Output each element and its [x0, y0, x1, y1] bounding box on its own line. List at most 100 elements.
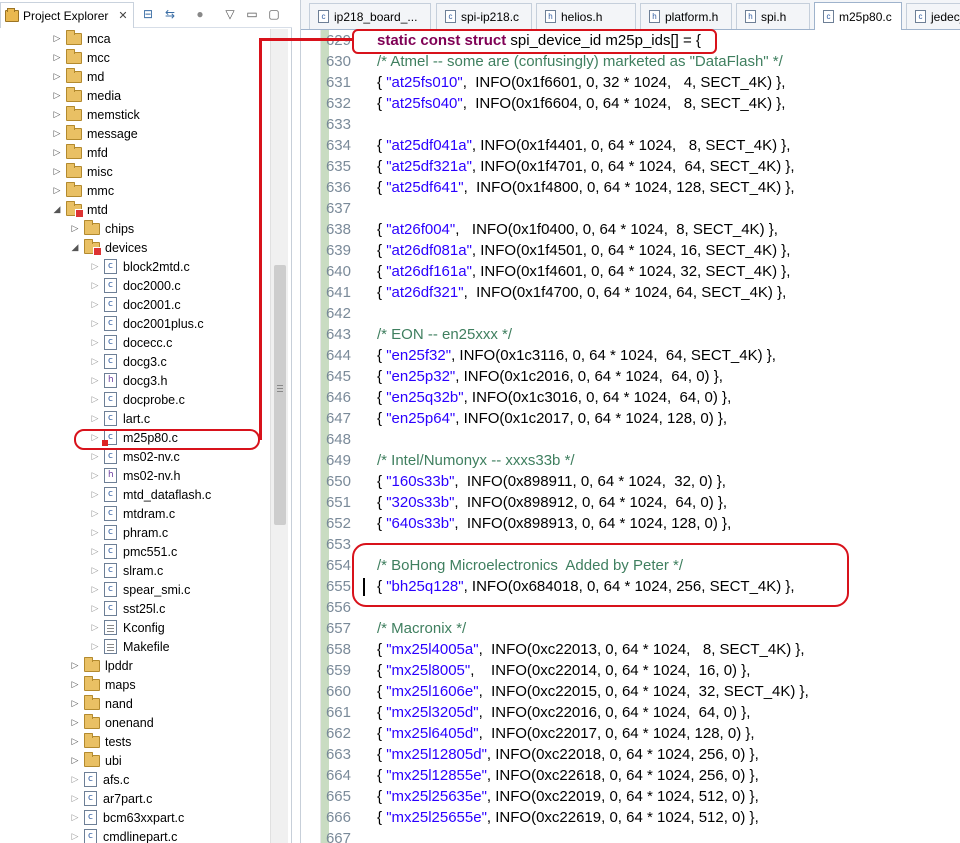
tree-item[interactable]: ▷ slram.c — [90, 561, 163, 580]
code-line[interactable]: 633 — [323, 114, 960, 135]
code-line[interactable]: 656 — [323, 597, 960, 618]
code-line[interactable]: 649 /* Intel/Numonyx -- xxxs33b */ — [323, 450, 960, 471]
expand-arrow-icon[interactable]: ▷ — [90, 413, 100, 424]
expand-arrow-icon[interactable]: ▷ — [52, 33, 62, 44]
expand-arrow-icon[interactable]: ▷ — [90, 527, 100, 538]
editor-tab[interactable]: c spi-ip218.c — [436, 3, 532, 29]
expand-arrow-icon[interactable]: ▷ — [90, 318, 100, 329]
code-line[interactable]: 651 { "320s33b", INFO(0x898912, 0, 64 * 1… — [323, 492, 960, 513]
code-line[interactable]: 637 — [323, 198, 960, 219]
editor-tab[interactable]: h platform.h — [640, 3, 732, 29]
expand-arrow-icon[interactable]: ▷ — [70, 223, 80, 234]
tree-item[interactable]: ▷ docg3.c — [90, 352, 167, 371]
code-line[interactable]: 648 — [323, 429, 960, 450]
code-line[interactable]: 653 — [323, 534, 960, 555]
expand-arrow-icon[interactable]: ▷ — [52, 52, 62, 63]
tree-item[interactable]: ▷ tests — [70, 732, 131, 751]
expand-arrow-icon[interactable]: ▷ — [90, 565, 100, 576]
code-line[interactable]: 636 { "at25df641", INFO(0x1f4800, 0, 64 *… — [323, 177, 960, 198]
tree-item[interactable]: ▷ message — [52, 124, 138, 143]
code-line[interactable]: 646 { "en25q32b", INFO(0x1c3016, 0, 64 * … — [323, 387, 960, 408]
expand-arrow-icon[interactable]: ▷ — [90, 508, 100, 519]
expand-arrow-icon[interactable]: ▷ — [90, 432, 100, 443]
tree-item[interactable]: ▷ mtdram.c — [90, 504, 175, 523]
code-line[interactable]: 641 { "at26df321", INFO(0x1f4700, 0, 64 *… — [323, 282, 960, 303]
code-line[interactable]: 630 /* Atmel -- some are (confusingly) ma… — [323, 51, 960, 72]
code-line[interactable]: 662 { "mx25l6405d", INFO(0xc22017, 0, 64 … — [323, 723, 960, 744]
expand-arrow-icon[interactable]: ▷ — [52, 166, 62, 177]
expand-arrow-icon[interactable]: ▷ — [90, 261, 100, 272]
editor-tab[interactable]: h spi.h — [736, 3, 810, 29]
code-line[interactable]: 654 /* BoHong Microelectronics Added by P… — [323, 555, 960, 576]
tree-scrollbar-thumb[interactable] — [274, 265, 286, 525]
tree-item[interactable]: ▷ mfd — [52, 143, 108, 162]
tree-scrollbar[interactable] — [270, 29, 288, 843]
code-line[interactable]: 638 { "at26f004", INFO(0x1f0400, 0, 64 * … — [323, 219, 960, 240]
tree-item[interactable]: ▷ sst25l.c — [90, 599, 165, 618]
tree-item[interactable]: ▷ nand — [70, 694, 133, 713]
code-line[interactable]: 640 { "at26df161a", INFO(0x1f4601, 0, 64 … — [323, 261, 960, 282]
tree-item[interactable]: ▷ doc2001.c — [90, 295, 181, 314]
tree-item[interactable]: ▷ phram.c — [90, 523, 168, 542]
code-line[interactable]: 642 — [323, 303, 960, 324]
expand-arrow-icon[interactable]: ▷ — [70, 679, 80, 690]
editor-tab[interactable]: h helios.h — [536, 3, 636, 29]
tree-item[interactable]: ◢ mtd — [52, 200, 108, 219]
expand-arrow-icon[interactable]: ▷ — [90, 603, 100, 614]
expand-arrow-icon[interactable]: ▷ — [52, 147, 62, 158]
editor-tab[interactable]: c jedec_ — [906, 3, 960, 29]
expand-arrow-icon[interactable]: ▷ — [70, 698, 80, 709]
expand-arrow-icon[interactable]: ▷ — [90, 375, 100, 386]
filter-icon[interactable]: ● — [192, 6, 208, 22]
expand-arrow-icon[interactable]: ▷ — [52, 71, 62, 82]
code-line[interactable]: 645 { "en25p32", INFO(0x1c2016, 0, 64 * 1… — [323, 366, 960, 387]
tree-item[interactable]: ▷ docg3.h — [90, 371, 167, 390]
expand-arrow-icon[interactable]: ▷ — [52, 90, 62, 101]
expand-arrow-icon[interactable]: ▷ — [90, 470, 100, 481]
tree-item[interactable]: ▷ m25p80.c — [90, 428, 178, 447]
code-line[interactable]: 632 { "at25fs040", INFO(0x1f6604, 0, 64 *… — [323, 93, 960, 114]
expand-arrow-icon[interactable]: ▷ — [90, 299, 100, 310]
tree-item[interactable]: ▷ afs.c — [70, 770, 129, 789]
tree-item[interactable]: ▷ doc2000.c — [90, 276, 181, 295]
expand-arrow-icon[interactable]: ▷ — [70, 717, 80, 728]
tree-item[interactable]: ▷ md — [52, 67, 104, 86]
expand-arrow-icon[interactable]: ▷ — [70, 774, 80, 785]
code-line[interactable]: 657 /* Macronix */ — [323, 618, 960, 639]
expand-arrow-icon[interactable]: ▷ — [70, 736, 80, 747]
expand-arrow-icon[interactable]: ▷ — [90, 546, 100, 557]
close-icon[interactable]: ✕ — [118, 9, 127, 22]
view-menu-icon[interactable]: ▽ — [222, 6, 238, 22]
tree-item[interactable]: ▷ doc2001plus.c — [90, 314, 204, 333]
code-line[interactable]: 647 { "en25p64", INFO(0x1c2017, 0, 64 * 1… — [323, 408, 960, 429]
tree-item[interactable]: ▷ misc — [52, 162, 113, 181]
code-line[interactable]: 650 { "160s33b", INFO(0x898911, 0, 64 * 1… — [323, 471, 960, 492]
code-editor[interactable]: 629 static const struct spi_device_id m25… — [323, 30, 960, 843]
tree-item[interactable]: ▷ maps — [70, 675, 136, 694]
editor-tab[interactable]: cm25p80.c✕ — [814, 2, 902, 30]
code-line[interactable]: 634 { "at25df041a", INFO(0x1f4401, 0, 64 … — [323, 135, 960, 156]
tree-item[interactable]: ▷ ms02-nv.c — [90, 447, 180, 466]
expand-arrow-icon[interactable]: ▷ — [90, 622, 100, 633]
minimize-icon[interactable]: ▭ — [244, 6, 260, 22]
editor-tab[interactable]: c ip218_board_... — [309, 3, 431, 29]
code-line[interactable]: 629 static const struct spi_device_id m25… — [323, 30, 960, 51]
expand-arrow-icon[interactable]: ▷ — [52, 109, 62, 120]
code-line[interactable]: 663 { "mx25l12805d", INFO(0xc22018, 0, 64… — [323, 744, 960, 765]
code-line[interactable]: 644 { "en25f32", INFO(0x1c3116, 0, 64 * 1… — [323, 345, 960, 366]
link-with-editor-icon[interactable]: ⇆ — [162, 6, 178, 22]
expand-arrow-icon[interactable]: ▷ — [90, 451, 100, 462]
code-line[interactable]: 665 { "mx25l25635e", INFO(0xc22019, 0, 64… — [323, 786, 960, 807]
code-line[interactable]: 639 { "at26df081a", INFO(0x1f4501, 0, 64 … — [323, 240, 960, 261]
expand-arrow-icon[interactable]: ▷ — [90, 394, 100, 405]
code-line[interactable]: 664 { "mx25l12855e", INFO(0xc22618, 0, 64… — [323, 765, 960, 786]
collapse-all-icon[interactable]: ⊟ — [140, 6, 156, 22]
expand-arrow-icon[interactable]: ▷ — [70, 812, 80, 823]
code-line[interactable]: 666 { "mx25l25655e", INFO(0xc22619, 0, 64… — [323, 807, 960, 828]
tree-item[interactable]: ▷ cmdlinepart.c — [70, 827, 177, 843]
tree-item[interactable]: ▷ spear_smi.c — [90, 580, 190, 599]
tree-item[interactable]: ▷ mcc — [52, 48, 110, 67]
expand-arrow-icon[interactable]: ▷ — [70, 660, 80, 671]
expand-arrow-icon[interactable]: ▷ — [52, 128, 62, 139]
expand-arrow-icon[interactable]: ▷ — [90, 641, 100, 652]
